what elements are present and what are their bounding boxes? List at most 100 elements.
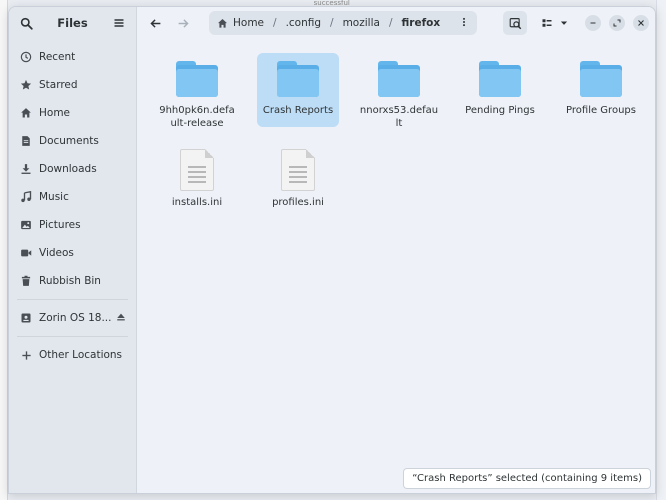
file-view[interactable]: 9hh0pk6n.default-release Crash Reports n… [137,39,655,493]
item-label: Crash Reports [262,105,334,116]
sidebar-item-label: Documents [39,135,99,147]
sidebar: Files Recent Starred Home Documents Down… [9,7,137,493]
folder-icon [478,59,522,99]
folder-icon [276,59,320,99]
sidebar-item-videos[interactable]: Videos [9,239,136,267]
sidebar-item-label: Pictures [39,219,81,231]
sidebar-item-label: Home [39,107,71,119]
file-item[interactable]: installs.ini [156,143,238,233]
eject-icon[interactable] [116,312,126,325]
sidebar-item-recent[interactable]: Recent [9,43,136,71]
crumb-firefox[interactable]: firefox [401,17,440,29]
sidebar-item-documents[interactable]: Documents [9,127,136,155]
folder-icon [579,59,623,99]
sidebar-item-starred[interactable]: Starred [9,71,136,99]
sidebar-item-pictures[interactable]: Pictures [9,211,136,239]
folder-item[interactable]: nnorxs53.default [358,53,440,143]
search-icon [20,17,33,30]
item-label: nnorxs53.default [359,105,439,129]
files-window: Files Recent Starred Home Documents Down… [8,6,656,494]
item-label: Pending Pings [465,105,535,116]
sidebar-item-device[interactable]: Zorin OS 18... [9,304,136,332]
path-menu-button[interactable] [459,16,469,31]
home-icon [218,18,227,28]
sidebar-item-label: Downloads [39,163,97,175]
plus-icon [19,348,33,362]
sidebar-item-music[interactable]: Music [9,183,136,211]
text-file-icon [281,149,315,191]
hamburger-icon [114,19,124,27]
search-button[interactable] [15,12,37,34]
picture-icon [19,218,33,232]
sidebar-item-label: Starred [39,79,78,91]
sidebar-item-label: Rubbish Bin [39,275,101,287]
list-view-icon [542,19,552,27]
search-folder-button[interactable] [503,11,527,35]
icon-grid: 9hh0pk6n.default-release Crash Reports n… [147,53,651,233]
minimize-button[interactable] [585,15,601,31]
search-icon [509,17,521,29]
folder-icon [175,59,219,99]
folder-item[interactable]: Pending Pings [459,53,541,143]
sidebar-item-label: Videos [39,247,74,259]
file-item[interactable]: profiles.ini [257,143,339,233]
star-icon [19,78,33,92]
header-right [503,11,649,35]
back-button[interactable] [143,11,167,35]
sidebar-separator [17,299,128,300]
video-icon [19,246,33,260]
arrow-left-icon [149,18,160,28]
crumb-home[interactable]: Home [217,17,264,29]
sidebar-separator [17,336,128,337]
list-view-button[interactable] [541,17,553,29]
music-icon [19,190,33,204]
crumb-config[interactable]: .config [286,17,321,29]
home-icon [19,106,33,120]
crumb-separator: / [330,17,334,29]
arrow-right-icon [178,18,189,28]
folder-item[interactable]: 9hh0pk6n.default-release [156,53,238,143]
header-bar: Home / .config / mozilla / firefox [137,7,655,39]
minimize-icon [590,22,596,24]
view-menu-button[interactable] [559,18,569,28]
sidebar-item-label: Other Locations [39,349,123,361]
close-button[interactable] [633,15,649,31]
item-label: Profile Groups [566,105,636,116]
chevron-down-icon [560,21,568,25]
item-label: 9hh0pk6n.default-release [159,105,235,129]
path-bar: Home / .config / mozilla / firefox [209,11,477,35]
document-icon [19,134,33,148]
sidebar-item-rubbish-bin[interactable]: Rubbish Bin [9,267,136,295]
background-window-left [0,0,8,500]
maximize-icon [613,19,621,27]
text-file-icon [180,149,214,191]
item-label: profiles.ini [272,197,324,208]
maximize-button[interactable] [609,15,625,31]
sidebar-item-other-locations[interactable]: Other Locations [9,341,136,369]
item-label: installs.ini [171,197,223,208]
clock-icon [19,50,33,64]
forward-button[interactable] [171,11,195,35]
kebab-menu-icon [463,17,465,26]
sidebar-item-label: Recent [39,51,76,63]
folder-item-selected[interactable]: Crash Reports [257,53,339,127]
sidebar-item-home[interactable]: Home [9,99,136,127]
close-icon [638,20,644,26]
trash-icon [19,274,33,288]
crumb-mozilla[interactable]: mozilla [343,17,380,29]
drive-icon [19,311,33,325]
folder-item[interactable]: Profile Groups [560,53,642,143]
folder-icon [377,59,421,99]
sidebar-places: Recent Starred Home Documents Downloads … [9,39,136,369]
app-title: Files [57,16,88,30]
crumb-separator: / [388,17,393,29]
crumb-separator: / [273,17,277,29]
sidebar-item-label: Zorin OS 18... [39,312,112,324]
main-menu-button[interactable] [108,12,130,34]
view-options [541,17,569,29]
sidebar-item-label: Music [39,191,69,203]
crumb-label: Home [233,17,265,29]
status-floating-bar: “Crash Reports” selected (containing 9 i… [403,468,651,489]
download-icon [19,162,33,176]
sidebar-item-downloads[interactable]: Downloads [9,155,136,183]
